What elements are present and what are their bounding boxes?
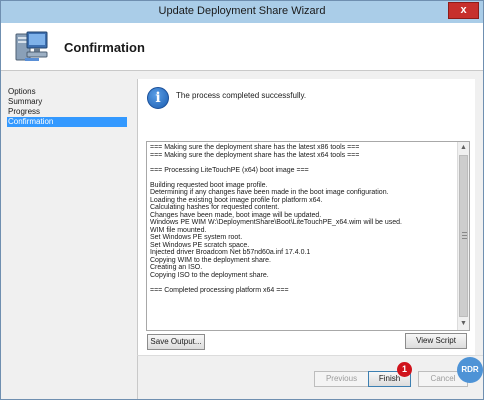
wizard-window: Update Deployment Share Wizard x Confirm… (0, 0, 484, 400)
log-line: Set Windows PE scratch space. (150, 241, 250, 249)
wizard-footer: Previous Finish Cancel (137, 355, 483, 399)
wizard-header: Confirmation (1, 23, 483, 71)
sidebar-item-summary[interactable]: Summary (7, 97, 127, 107)
save-output-button[interactable]: Save Output... (147, 334, 205, 350)
log-line: === Making sure the deployment share has… (150, 144, 360, 151)
info-icon: i (147, 87, 169, 109)
log-line: Changes have been made, boot image will … (150, 211, 322, 219)
window-title: Update Deployment Share Wizard (158, 5, 326, 17)
log-line: Creating an ISO. (150, 264, 203, 271)
scroll-up-icon[interactable]: ▲ (458, 142, 469, 154)
log-line: Injected driver Broadcom Net b57nd60a.in… (150, 249, 311, 256)
log-line: Copying WIM to the deployment share. (150, 256, 272, 264)
log-line: Determining if any changes have been mad… (150, 189, 389, 196)
log-text: === Making sure the deployment share has… (147, 142, 458, 330)
sidebar-item-confirmation[interactable]: Confirmation (7, 117, 127, 127)
log-line: Windows PE WIM W:\DeploymentShare\Boot\L… (150, 219, 402, 226)
scroll-thumb[interactable] (459, 155, 468, 317)
log-line: Calculating hashes for requested content… (150, 204, 280, 211)
view-script-button[interactable]: View Script (405, 333, 467, 349)
wizard-steps: Options Summary Progress Confirmation (7, 87, 127, 127)
success-message: The process completed successfully. (176, 91, 307, 100)
output-log[interactable]: === Making sure the deployment share has… (146, 141, 470, 331)
log-line: === Making sure the deployment share has… (150, 151, 360, 159)
log-scrollbar[interactable]: ▲ ▼ (457, 142, 469, 330)
log-line: === Processing LiteTouchPE (x64) boot im… (150, 166, 309, 174)
log-line: Loading the existing boot image profile … (150, 196, 323, 204)
log-line: WIM file mounted. (150, 226, 207, 234)
content-panel: i The process completed successfully. ==… (137, 79, 475, 355)
sidebar-item-options[interactable]: Options (7, 87, 127, 97)
title-bar[interactable]: Update Deployment Share Wizard x (1, 1, 483, 23)
annotation-badge: 1 (397, 362, 412, 377)
rdr-logo: RDR (457, 357, 483, 383)
previous-button[interactable]: Previous (314, 371, 369, 387)
page-title: Confirmation (64, 40, 145, 55)
grip-icon (462, 232, 467, 239)
scroll-down-icon[interactable]: ▼ (458, 318, 469, 330)
log-line: Copying ISO to the deployment share. (150, 271, 269, 279)
log-line: Building requested boot image profile. (150, 181, 268, 189)
sidebar-item-progress[interactable]: Progress (7, 107, 127, 117)
close-button[interactable]: x (448, 2, 479, 19)
log-line: Set Windows PE system root. (150, 234, 243, 241)
computer-wizard-icon (15, 31, 48, 61)
log-line: === Completed processing platform x64 ==… (150, 286, 289, 294)
